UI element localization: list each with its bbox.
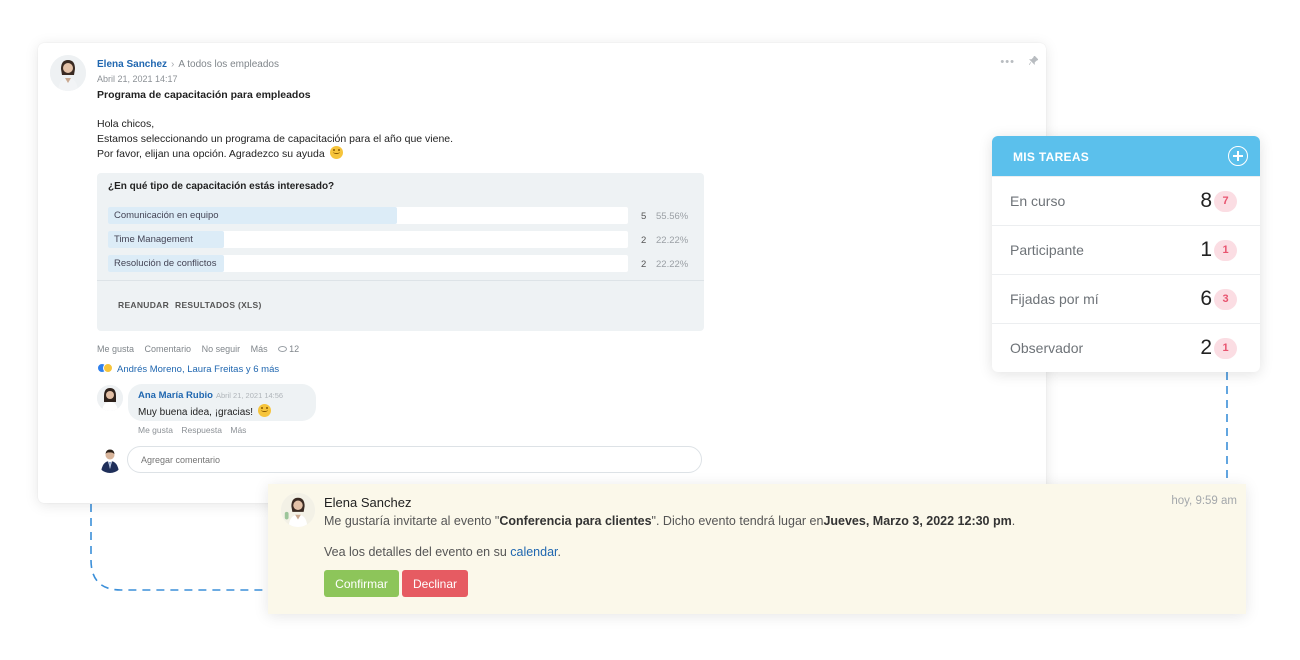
event-invitation: Elena Sanchez hoy, 9:59 am Me gustaría i… [268, 484, 1246, 614]
task-label: Observador [1010, 340, 1084, 356]
poll-option-label: Resolución de conflictos [114, 258, 217, 269]
post-author-link[interactable]: Elena Sanchez [97, 59, 167, 70]
task-row-en-curso[interactable]: En curso 8 7 [992, 176, 1260, 225]
invite-message: Me gustaría invitarte al evento "Confere… [324, 514, 1015, 528]
inviter-name: Elena Sanchez [324, 495, 412, 510]
task-badge: 1 [1214, 240, 1237, 261]
poll-option-label: Time Management [114, 234, 193, 245]
post-card: Elena Sanchez › A todos los empleados Abri… [38, 43, 1046, 503]
task-label: Fijadas por mí [1010, 291, 1099, 307]
post-date: Abril 21, 2021 14:17 [97, 74, 178, 84]
task-badge: 7 [1214, 191, 1237, 212]
comment-author-link[interactable]: Ana María Rubio [138, 390, 213, 401]
chevron-right-icon: › [171, 59, 175, 70]
invite-details: Vea los detalles del evento en su calend… [324, 545, 561, 559]
invite-details-suffix: . [557, 545, 561, 559]
likes-names[interactable]: Andrés Moreno, Laura Freitas y 6 más [117, 364, 279, 375]
post-audience[interactable]: A todos los empleados [178, 59, 279, 70]
tasks-header: MIS TAREAS [992, 136, 1260, 176]
add-task-plus-icon[interactable] [1228, 146, 1248, 166]
task-badge: 3 [1214, 289, 1237, 310]
task-row-observador[interactable]: Observador 2 1 [992, 323, 1260, 372]
poll-option[interactable]: Resolución de conflictos [108, 255, 628, 272]
current-user-avatar [97, 447, 123, 473]
confirm-button[interactable]: Confirmar [324, 570, 399, 597]
task-label: En curso [1010, 193, 1066, 209]
like-link[interactable]: Me gusta [97, 344, 134, 354]
comment-header: Ana María Rubio Abril 21, 2021 14:56 [138, 390, 283, 401]
task-count: 6 [1200, 287, 1212, 310]
poll-option[interactable]: Comunicación en equipo [108, 207, 628, 224]
decline-button[interactable]: Declinar [402, 570, 468, 597]
event-date: Jueves, Marzo 3, 2022 12:30 pm [823, 514, 1012, 528]
invite-message-middle: ". Dicho evento tendrá lugar en [651, 514, 824, 528]
post-header: Elena Sanchez › A todos los empleados [97, 59, 279, 70]
author-avatar[interactable] [50, 55, 86, 91]
inviter-avatar[interactable] [281, 493, 315, 527]
poll-question: ¿En qué tipo de capacitación estás inter… [108, 181, 335, 192]
views-count: 12 [278, 344, 299, 354]
post-body-text: Por favor, elijan una opción. Agradezco … [97, 148, 325, 160]
poll-option-count: 2 [641, 259, 647, 270]
comment-more-link[interactable]: Más [230, 425, 246, 435]
calendar-link[interactable]: calendar [510, 545, 557, 559]
task-label: Participante [1010, 242, 1084, 258]
invite-message-prefix: Me gustaría invitarte al evento " [324, 514, 500, 528]
more-link[interactable]: Más [251, 344, 268, 354]
add-comment-input[interactable] [127, 446, 702, 473]
post-body-line: Por favor, elijan una opción. Agradezco … [97, 146, 453, 162]
smile-emoji-icon [329, 146, 343, 159]
comment-date: Abril 21, 2021 14:56 [215, 391, 284, 400]
post-actions: Me gusta Comentario No seguir Más 12 [97, 344, 307, 354]
post-body-line: Estamos seleccionando un programa de cap… [97, 132, 454, 145]
smile-emoji-icon [257, 404, 271, 417]
comment-link[interactable]: Comentario [145, 344, 192, 354]
unfollow-link[interactable]: No seguir [202, 344, 241, 354]
comment-like-link[interactable]: Me gusta [138, 425, 173, 435]
comment-actions: Me gusta Respuesta Más [138, 425, 252, 435]
tasks-title: MIS TAREAS [1013, 150, 1090, 164]
results-xls-button[interactable]: RESULTADOS (XLS) [175, 300, 262, 310]
invite-details-prefix: Vea los detalles del evento en su [324, 545, 511, 559]
comment-bubble: Ana María Rubio Abril 21, 2021 14:56 Muy … [128, 384, 316, 421]
pin-icon[interactable] [1025, 55, 1039, 68]
post-corner-icons: ••• [990, 55, 1039, 68]
task-row-participante[interactable]: Participante 1 1 [992, 225, 1260, 274]
event-name: Conferencia para clientes [499, 514, 652, 528]
task-count: 2 [1200, 336, 1212, 359]
comment-reply-link[interactable]: Respuesta [181, 425, 222, 435]
poll-option-percent: 22.22% [656, 259, 689, 270]
task-count: 1 [1200, 238, 1212, 261]
invite-message-suffix: . [1011, 514, 1016, 528]
comment-text-value: Muy buena idea, ¡gracias! [138, 407, 254, 418]
poll-option-label: Comunicación en equipo [114, 210, 219, 221]
invite-time: hoy, 9:59 am [1171, 495, 1237, 507]
post-body: Hola chicos, Estamos seleccionando un pr… [97, 117, 453, 162]
task-row-fijadas[interactable]: Fijadas por mí 6 3 [992, 274, 1260, 323]
more-dots-icon[interactable]: ••• [1000, 56, 1015, 68]
poll-option-count: 5 [641, 211, 647, 222]
task-badge: 1 [1214, 338, 1237, 359]
comment-text: Muy buena idea, ¡gracias! [138, 404, 271, 418]
eye-icon [278, 346, 288, 352]
poll-divider [97, 280, 704, 281]
task-count: 8 [1200, 189, 1212, 212]
smile-reaction-icon [103, 363, 113, 373]
poll-option-count: 2 [641, 235, 647, 246]
post-title: Programa de capacitación para empleados [97, 89, 311, 101]
my-tasks-widget: MIS TAREAS En curso 8 7 Participante 1 1… [992, 136, 1260, 372]
views-value: 12 [289, 344, 300, 354]
poll: ¿En qué tipo de capacitación estás inter… [97, 173, 704, 331]
post-body-line: Hola chicos, [97, 118, 155, 130]
commenter-avatar[interactable] [97, 385, 123, 411]
poll-option[interactable]: Time Management [108, 231, 628, 248]
poll-option-percent: 55.56% [656, 211, 689, 222]
resume-poll-button[interactable]: REANUDAR [118, 300, 169, 310]
likes-summary[interactable]: Andrés Moreno, Laura Freitas y 6 más [97, 363, 279, 375]
poll-option-percent: 22.22% [656, 235, 689, 246]
